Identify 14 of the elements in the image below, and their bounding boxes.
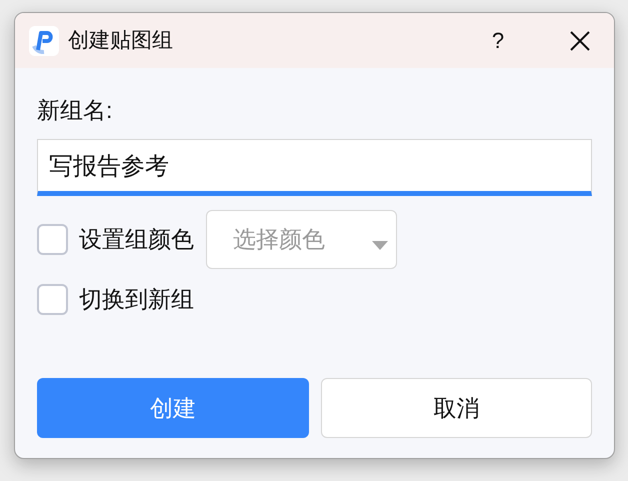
cancel-button[interactable]: 取消: [320, 378, 592, 438]
checkbox[interactable]: [37, 284, 68, 314]
checkbox-label: 设置组颜色: [79, 224, 194, 254]
close-icon: [570, 30, 590, 50]
name-input-field[interactable]: 写报告参考: [37, 139, 592, 196]
create-button[interactable]: 创建: [37, 378, 308, 438]
app-logo-icon: [29, 26, 59, 56]
checkbox[interactable]: [37, 224, 68, 254]
dropdown-placeholder: 选择颜色: [233, 224, 325, 254]
field-label: 新组名:: [37, 96, 114, 125]
help-button[interactable]: ?: [480, 22, 516, 58]
caret-icon: [372, 240, 388, 250]
checkbox-label: 切换到新组: [79, 284, 194, 314]
window-title: 创建贴图组: [68, 28, 173, 54]
